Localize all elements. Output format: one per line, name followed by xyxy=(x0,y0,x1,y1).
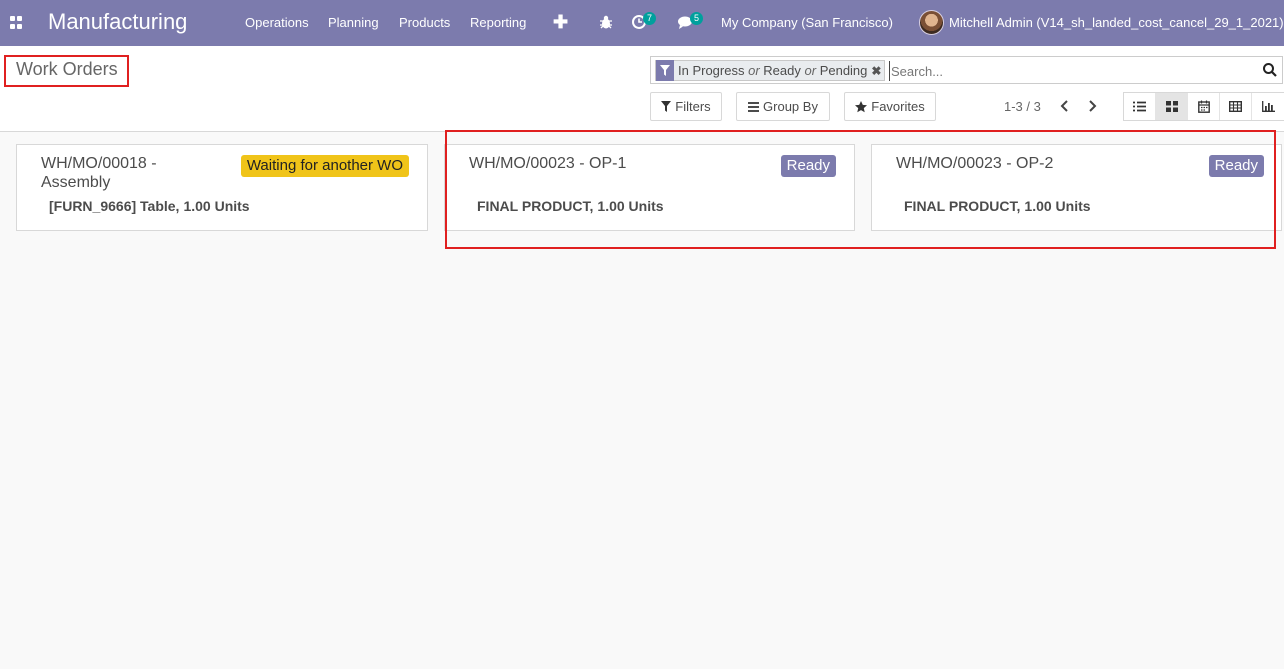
kanban-view-icon xyxy=(1165,101,1178,112)
facet-separator: or xyxy=(748,63,760,78)
product-name: [FURN_9666] Table, xyxy=(49,198,180,214)
workorder-title: WH/MO/00018 - Assembly xyxy=(41,154,157,192)
pager-value[interactable]: 1-3 / 3 xyxy=(1004,99,1041,114)
facet-value-pending: Pending xyxy=(819,63,868,78)
workorder-product: [FURN_9666] Table, 1.00 Units xyxy=(49,198,254,214)
view-switcher xyxy=(1123,92,1284,121)
product-quantity: 1.00 Units xyxy=(183,198,250,214)
user-menu[interactable]: Mitchell Admin (V14_sh_landed_cost_cance… xyxy=(949,15,1284,30)
calendar-view-button[interactable] xyxy=(1188,93,1220,120)
breadcrumb: Work Orders xyxy=(4,55,129,87)
group-by-label: Group By xyxy=(763,99,818,114)
menu-operations[interactable]: Operations xyxy=(245,15,309,30)
graph-view-button[interactable] xyxy=(1252,93,1284,120)
search-input[interactable] xyxy=(889,61,1249,81)
workorder-title-line1: WH/MO/00018 - xyxy=(41,155,157,172)
kanban-view-button[interactable] xyxy=(1156,93,1188,120)
favorites-label: Favorites xyxy=(871,99,925,114)
activity-count-badge: 7 xyxy=(643,12,657,25)
facet-value-in-progress: In Progress xyxy=(678,63,745,78)
facet-separator: or xyxy=(804,63,817,78)
menu-products[interactable]: Products xyxy=(399,15,450,30)
filter-icon xyxy=(656,60,674,81)
calendar-view-icon xyxy=(1197,100,1210,113)
plus-icon[interactable]: ✚ xyxy=(553,13,568,31)
favorites-button[interactable]: Favorites xyxy=(844,92,936,121)
messages-count-badge: 5 xyxy=(690,12,704,25)
search-icon[interactable] xyxy=(1262,62,1278,78)
user-avatar[interactable] xyxy=(919,10,944,35)
status-badge: Waiting for another WO xyxy=(240,155,409,177)
bug-icon[interactable] xyxy=(598,14,614,30)
workorder-title-line2: Assembly xyxy=(41,174,111,191)
highlight-annotation-box xyxy=(445,130,1276,249)
workorder-card[interactable]: WH/MO/00018 - Assembly Waiting for anoth… xyxy=(16,144,428,231)
filter-facet[interactable]: In Progress or Ready or Pending ✖ xyxy=(655,60,886,81)
star-icon xyxy=(855,100,868,112)
bar-chart-icon xyxy=(1261,101,1275,112)
pager-next-icon[interactable] xyxy=(1085,98,1099,114)
company-switcher[interactable]: My Company (San Francisco) xyxy=(721,15,893,30)
menu-planning[interactable]: Planning xyxy=(328,15,379,30)
list-bars-icon xyxy=(748,101,760,112)
list-view-icon xyxy=(1133,101,1146,112)
group-by-button[interactable]: Group By xyxy=(736,92,830,121)
pivot-table-icon xyxy=(1229,101,1242,112)
facet-values: In Progress or Ready or Pending xyxy=(674,63,871,78)
facet-value-ready: Ready xyxy=(763,63,801,78)
filters-button[interactable]: Filters xyxy=(650,92,722,121)
search-bar: In Progress or Ready or Pending ✖ xyxy=(650,56,1283,84)
filter-icon xyxy=(661,101,672,112)
list-view-button[interactable] xyxy=(1124,93,1156,120)
apps-menu-icon[interactable] xyxy=(10,16,23,29)
filters-label: Filters xyxy=(675,99,711,114)
page-title: Work Orders xyxy=(16,59,118,79)
top-navbar: Manufacturing Operations Planning Produc… xyxy=(0,0,1284,46)
pager-previous-icon[interactable] xyxy=(1058,98,1072,114)
control-panel: Work Orders In Progress or Ready or Pend… xyxy=(0,46,1284,132)
remove-facet-icon[interactable]: ✖ xyxy=(871,64,884,78)
app-name[interactable]: Manufacturing xyxy=(48,9,187,35)
pivot-view-button[interactable] xyxy=(1220,93,1252,120)
menu-reporting[interactable]: Reporting xyxy=(470,15,526,30)
